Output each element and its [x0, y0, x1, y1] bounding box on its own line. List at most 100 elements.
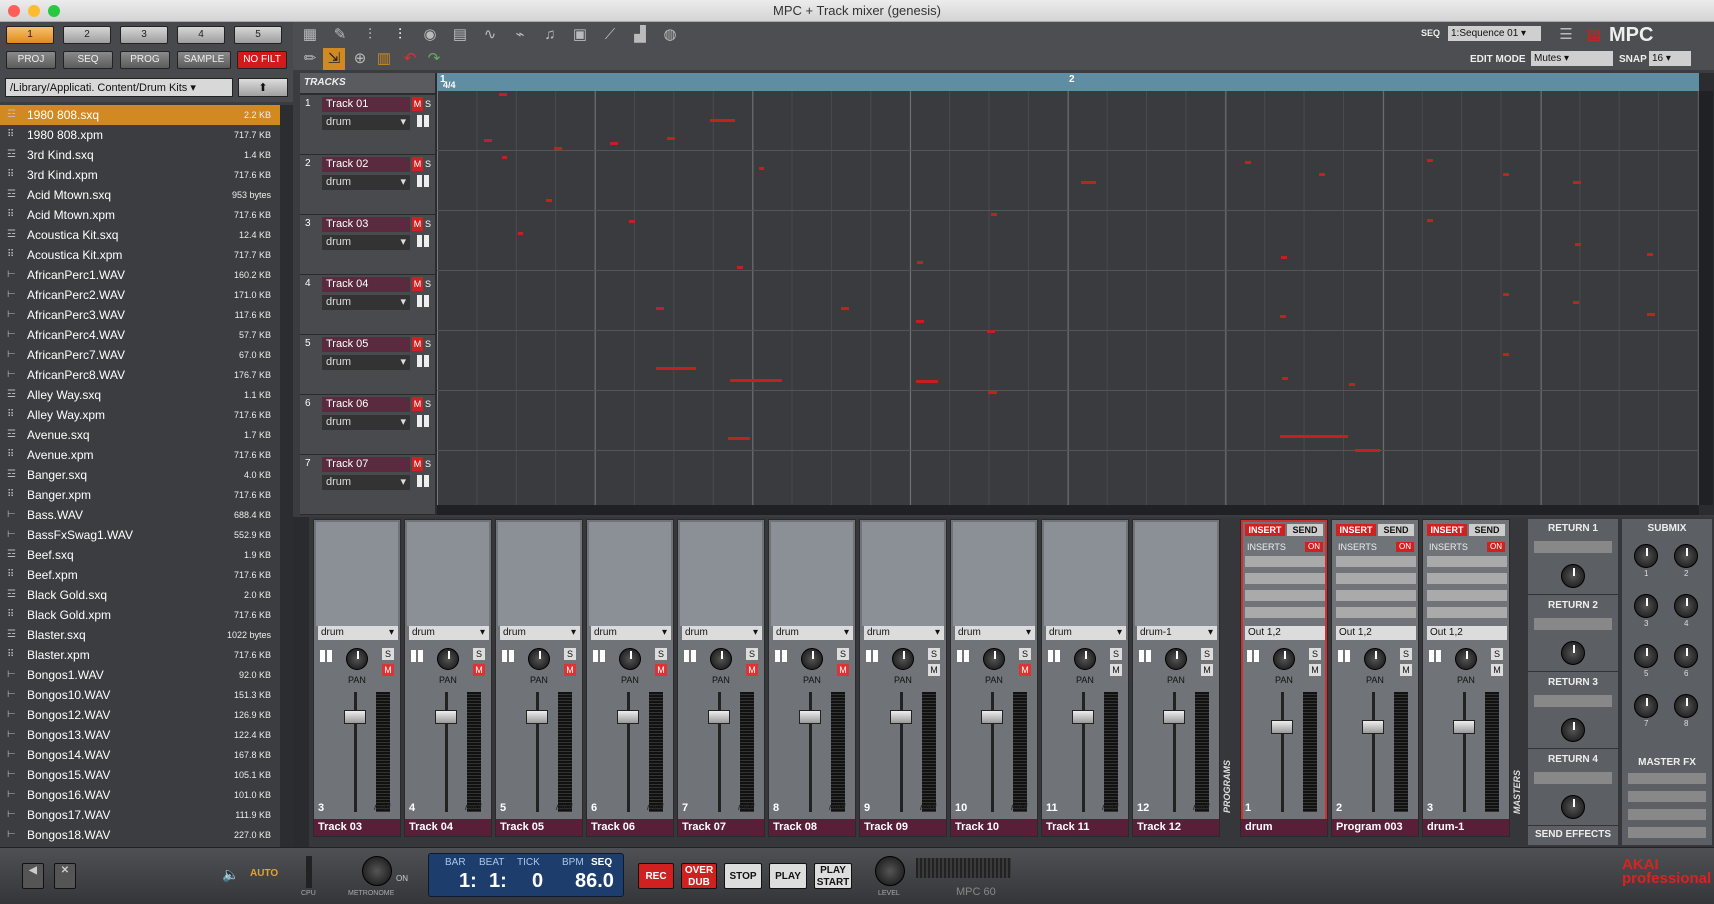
file-row[interactable]: ⊢ AfricanPerc8.WAV 176.7 KB: [0, 365, 280, 385]
note-event[interactable]: [1427, 159, 1434, 162]
master-fx-slot[interactable]: [1628, 809, 1706, 820]
track-name[interactable]: Track 05: [322, 337, 410, 352]
note-grid[interactable]: [437, 91, 1699, 505]
note-event[interactable]: [484, 139, 493, 142]
grid-horizontal-scrollbar[interactable]: [437, 505, 1699, 515]
submix-knob[interactable]: [1634, 594, 1658, 618]
track-program-select[interactable]: drum ▾: [322, 415, 410, 430]
file-row[interactable]: ⊢ AfricanPerc3.WAV 117.6 KB: [0, 305, 280, 325]
note-event[interactable]: [1572, 181, 1581, 184]
channel-program-select[interactable]: drum ▾: [864, 626, 944, 640]
file-row[interactable]: ⊢ Bongos10.WAV 151.3 KB: [0, 685, 280, 705]
pads-icon[interactable]: ▤: [449, 24, 471, 46]
play-start-button[interactable]: PLAY START: [814, 863, 852, 889]
pad-grid-icon[interactable]: [411, 650, 423, 662]
insert-slot[interactable]: [1336, 556, 1416, 567]
channel-mute-button[interactable]: M: [928, 664, 940, 676]
track-program-select[interactable]: drum ▾: [322, 175, 410, 190]
insert-slot[interactable]: [1427, 556, 1507, 567]
file-row[interactable]: ⊢ Bongos18.WAV 227.0 KB: [0, 825, 280, 845]
file-row[interactable]: ☲ Black Gold.sxq 2.0 KB: [0, 585, 280, 605]
pan-knob[interactable]: [892, 648, 914, 670]
insert-slot[interactable]: [1245, 607, 1325, 618]
channel-solo-button[interactable]: S: [655, 648, 667, 660]
note-event[interactable]: [1355, 449, 1381, 452]
pan-knob[interactable]: [437, 648, 459, 670]
pad-grid-icon[interactable]: [417, 475, 429, 487]
file-row[interactable]: ☲ Blaster.sxq 1022 bytes: [0, 625, 280, 645]
fx-icon[interactable]: ⟋: [599, 24, 621, 46]
output-select[interactable]: Out 1,2: [1427, 626, 1507, 640]
submix-knob[interactable]: [1674, 594, 1698, 618]
pan-knob[interactable]: [1273, 648, 1295, 670]
return-level-knob[interactable]: [1561, 564, 1585, 588]
volume-fader[interactable]: [1453, 720, 1475, 734]
note-event[interactable]: [1280, 256, 1287, 259]
channel-solo-button[interactable]: S: [1110, 648, 1122, 660]
grid-vertical-scrollbar[interactable]: [1699, 91, 1713, 505]
volume-fader[interactable]: [890, 710, 912, 724]
track-solo-button[interactable]: S: [425, 97, 434, 111]
track-solo-button[interactable]: S: [425, 157, 434, 171]
pad-grid-icon[interactable]: [957, 650, 969, 662]
pad-grid-icon[interactable]: [1139, 650, 1151, 662]
pan-knob[interactable]: [710, 648, 732, 670]
track-solo-button[interactable]: S: [425, 457, 434, 471]
pan-knob[interactable]: [1455, 648, 1477, 670]
timeline-ruler[interactable]: 1 4/4 2: [437, 73, 1699, 91]
note-event[interactable]: [1646, 253, 1653, 256]
file-row[interactable]: ⠿ Blaster.xpm 717.6 KB: [0, 645, 280, 665]
up-arrow-icon[interactable]: ⬆: [238, 78, 288, 97]
insert-slot[interactable]: [1245, 590, 1325, 601]
pad-grid-icon[interactable]: [417, 235, 429, 247]
pad-grid-icon[interactable]: [417, 115, 429, 127]
bank-4-button[interactable]: 4: [177, 26, 225, 44]
volume-fader[interactable]: [435, 710, 457, 724]
tick-value[interactable]: 0: [532, 870, 543, 893]
track-solo-button[interactable]: S: [425, 397, 434, 411]
track-mute-button[interactable]: M: [412, 397, 423, 411]
note-event[interactable]: [498, 93, 507, 96]
pan-knob[interactable]: [1074, 648, 1096, 670]
note-event[interactable]: [1281, 377, 1288, 380]
note-event[interactable]: [545, 199, 552, 202]
pan-knob[interactable]: [1364, 648, 1386, 670]
overdub-button[interactable]: OVER DUB: [681, 863, 717, 889]
note-event[interactable]: [1503, 173, 1509, 176]
channel-solo-button[interactable]: S: [382, 648, 394, 660]
note-event[interactable]: [990, 213, 997, 216]
file-row[interactable]: ⊢ Bongos1.WAV 92.0 KB: [0, 665, 280, 685]
insert-slot[interactable]: [1336, 590, 1416, 601]
channel-track-name[interactable]: Track 11: [1042, 819, 1128, 836]
file-row[interactable]: ⊢ Bongos12.WAV 126.9 KB: [0, 705, 280, 725]
file-row[interactable]: ⊢ AfricanPerc2.WAV 171.0 KB: [0, 285, 280, 305]
track-header[interactable]: 6 Track 06 M Sdrum ▾: [300, 395, 435, 455]
pad-grid-icon[interactable]: [684, 650, 696, 662]
proj-filter-button[interactable]: PROJ: [6, 51, 56, 69]
minimize-icon[interactable]: [28, 5, 40, 17]
channel-program-select[interactable]: drum ▾: [682, 626, 762, 640]
track-view-icon[interactable]: ▤: [1583, 24, 1605, 46]
channel-track-name[interactable]: Track 12: [1133, 819, 1219, 836]
note-icon[interactable]: ♫: [539, 24, 561, 46]
beat-value[interactable]: 1:: [489, 870, 507, 893]
submix-knob[interactable]: [1634, 644, 1658, 668]
track-name[interactable]: Track 02: [322, 157, 410, 172]
insert-tab[interactable]: INSERT: [1336, 524, 1376, 536]
sample-edit-icon[interactable]: ⌁: [509, 24, 531, 46]
submix-knob[interactable]: [1634, 544, 1658, 568]
file-row[interactable]: ☲ Beef.sxq 1.9 KB: [0, 545, 280, 565]
insert-tab[interactable]: INSERT: [1245, 524, 1285, 536]
channel-track-name[interactable]: Track 08: [769, 819, 855, 836]
bank-3-button[interactable]: 3: [120, 26, 168, 44]
track-program-select[interactable]: drum ▾: [322, 115, 410, 130]
note-event[interactable]: [1503, 293, 1509, 296]
submix-knob[interactable]: [1674, 544, 1698, 568]
pad-grid-icon[interactable]: [593, 650, 605, 662]
snap-select[interactable]: 16 ▾: [1649, 51, 1691, 66]
pan-knob[interactable]: [1165, 648, 1187, 670]
pan-knob[interactable]: [528, 648, 550, 670]
track-header[interactable]: 3 Track 03 M Sdrum ▾: [300, 215, 435, 275]
insert-tab[interactable]: INSERT: [1427, 524, 1467, 536]
file-list-scrollbar[interactable]: [280, 105, 293, 847]
